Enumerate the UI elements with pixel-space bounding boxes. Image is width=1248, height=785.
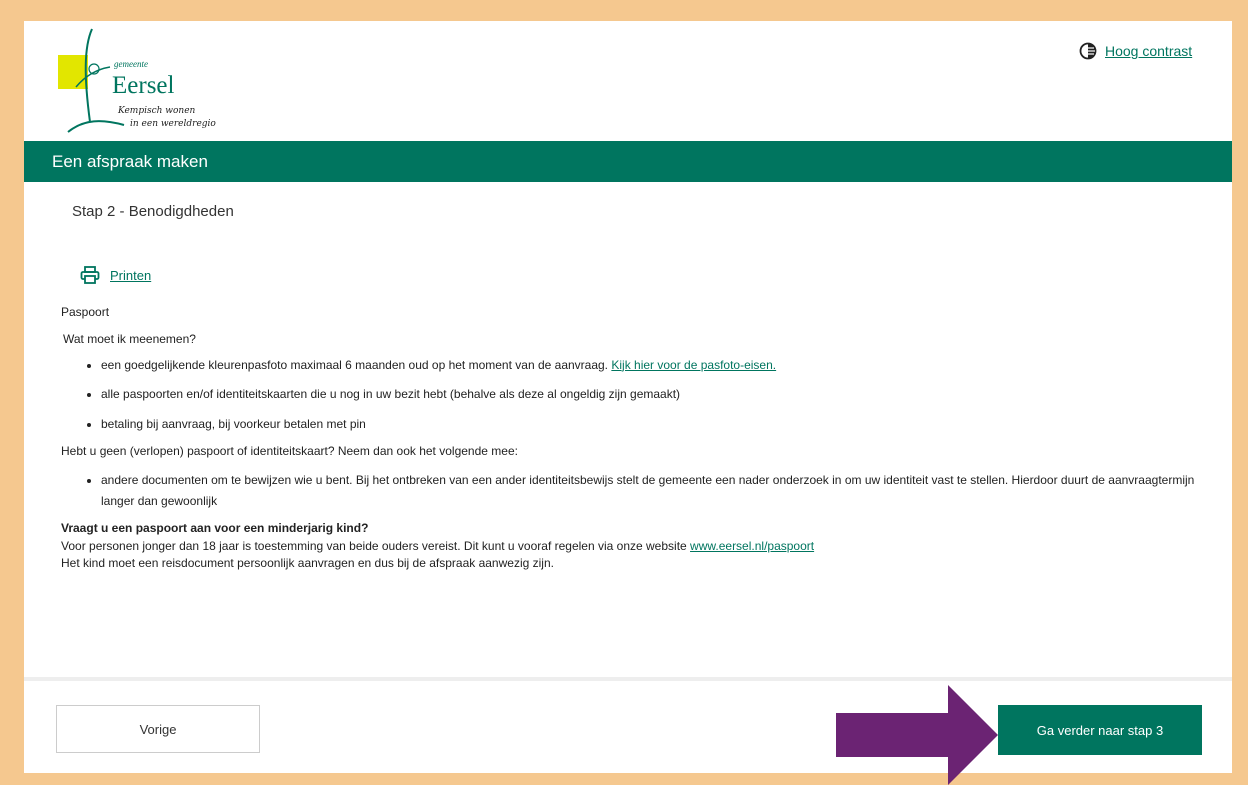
logo-leaf-shape: [58, 55, 88, 89]
page-frame: gemeente Eersel Kempisch wonen in een we…: [24, 21, 1232, 785]
requirements-content: Paspoort Wat moet ik meenemen? een goedg…: [61, 304, 1221, 573]
list-item: betaling bij aanvraag, bij voorkeur beta…: [101, 416, 1221, 433]
list-item: alle paspoorten en/of identiteitskaarten…: [101, 386, 1221, 403]
logo-tagline-2: in een wereldregio: [130, 119, 216, 129]
print-action[interactable]: Printen: [80, 266, 151, 284]
minor-text: Voor personen jonger dan 18 jaar is toes…: [61, 538, 815, 553]
step-label: Stap 2 - Benodigdheden: [72, 203, 234, 220]
passport-website-link[interactable]: www.eersel.nl/paspoort: [690, 539, 814, 553]
high-contrast-link[interactable]: Hoog contrast: [1105, 43, 1192, 59]
contrast-icon: [1079, 42, 1097, 60]
header: gemeente Eersel Kempisch wonen in een we…: [24, 21, 1232, 141]
print-link[interactable]: Printen: [110, 268, 151, 283]
section-heading: Paspoort: [61, 305, 110, 319]
title-bar: Een afspraak maken: [24, 141, 1232, 182]
high-contrast-toggle[interactable]: Hoog contrast: [1079, 41, 1192, 61]
page-title: Een afspraak maken: [52, 151, 208, 171]
previous-button[interactable]: Vorige: [56, 705, 260, 753]
logo-prefix: gemeente: [114, 59, 148, 69]
logo-tagline-1: Kempisch wonen: [117, 106, 196, 116]
extra-requirements-list: andere documenten om te bewijzen wie u b…: [61, 470, 1221, 512]
question-text: Wat moet ik meenemen?: [63, 332, 196, 347]
requirements-list: een goedgelijkende kleurenpasfoto maxima…: [61, 357, 1221, 433]
printer-icon: [80, 266, 100, 284]
next-step-button[interactable]: Ga verder naar stap 3: [998, 705, 1202, 755]
list-item: andere documenten om te bewijzen wie u b…: [101, 470, 1221, 512]
photo-requirements-link[interactable]: Kijk hier voor de pasfoto-eisen.: [611, 358, 776, 372]
footer-divider: [24, 677, 1232, 681]
logo-name: Eersel: [112, 72, 175, 99]
minor-heading: Vraagt u een paspoort aan voor een minde…: [61, 521, 369, 536]
arrow-right-icon: [836, 685, 998, 785]
child-text: Het kind moet een reisdocument persoonli…: [61, 556, 554, 571]
list-item: een goedgelijkende kleurenpasfoto maxima…: [101, 357, 1221, 374]
no-passport-text: Hebt u geen (verlopen) paspoort of ident…: [61, 443, 518, 458]
eersel-logo[interactable]: gemeente Eersel Kempisch wonen in een we…: [54, 27, 264, 137]
